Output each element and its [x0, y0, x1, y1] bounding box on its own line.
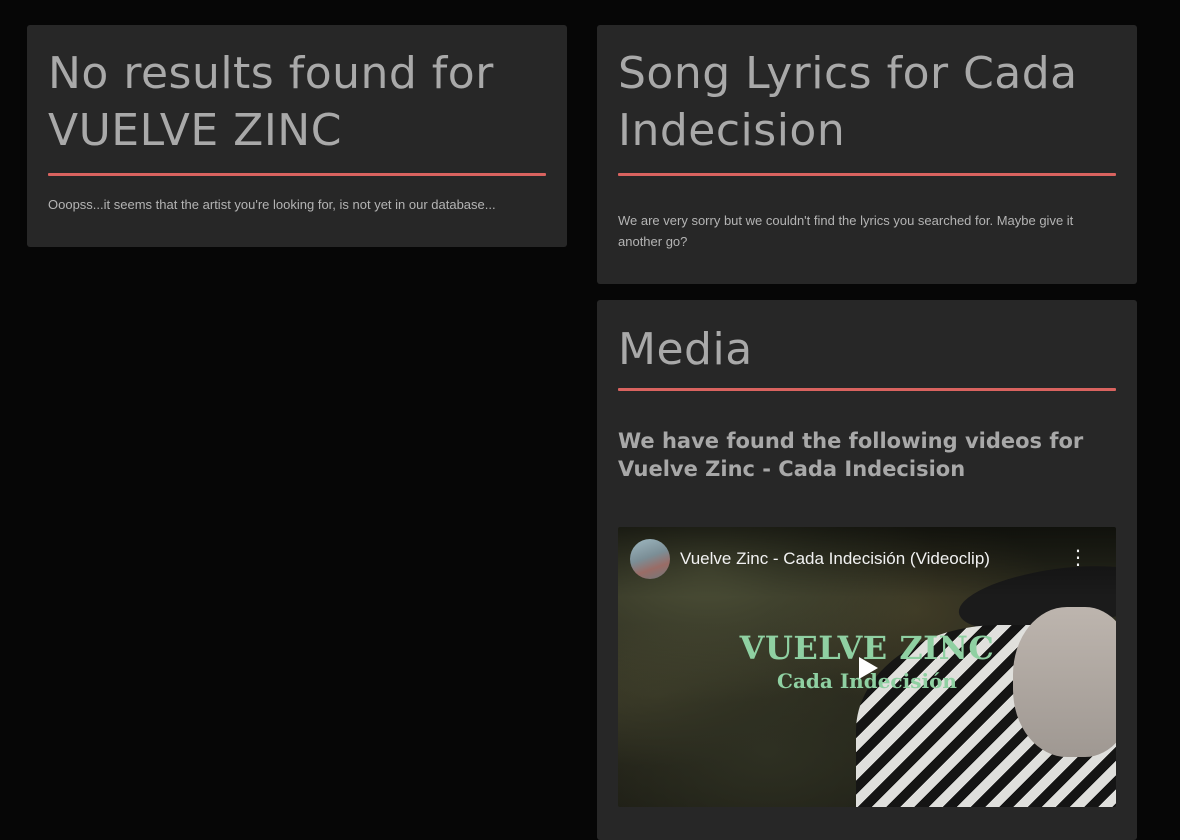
more-vert-icon[interactable]: ⋮ — [1068, 547, 1088, 567]
video-title-link[interactable]: Vuelve Zinc - Cada Indecisión (Videoclip… — [680, 549, 990, 569]
media-heading: Media — [618, 324, 753, 375]
media-card: Media We have found the following videos… — [597, 300, 1137, 840]
play-icon — [859, 657, 878, 679]
heading-divider — [48, 173, 546, 176]
play-button[interactable] — [842, 642, 894, 694]
heading-divider — [618, 173, 1116, 176]
no-results-card: No results found for VUELVE ZINC Ooopss.… — [27, 25, 567, 247]
video-player[interactable]: Vuelve Zinc - Cada Indecisión (Videoclip… — [618, 527, 1116, 807]
media-subtitle: We have found the following videos for V… — [618, 429, 1084, 481]
no-results-message: Ooopss...it seems that the artist you're… — [48, 197, 496, 212]
lyrics-message: We are very sorry but we couldn't find t… — [618, 213, 1074, 249]
lyrics-card: Song Lyrics for Cada Indecision We are v… — [597, 25, 1137, 284]
channel-avatar[interactable] — [630, 539, 670, 579]
heading-divider — [618, 388, 1116, 391]
lyrics-heading: Song Lyrics for Cada Indecision — [618, 48, 1078, 156]
no-results-heading: No results found for VUELVE ZINC — [48, 48, 494, 156]
